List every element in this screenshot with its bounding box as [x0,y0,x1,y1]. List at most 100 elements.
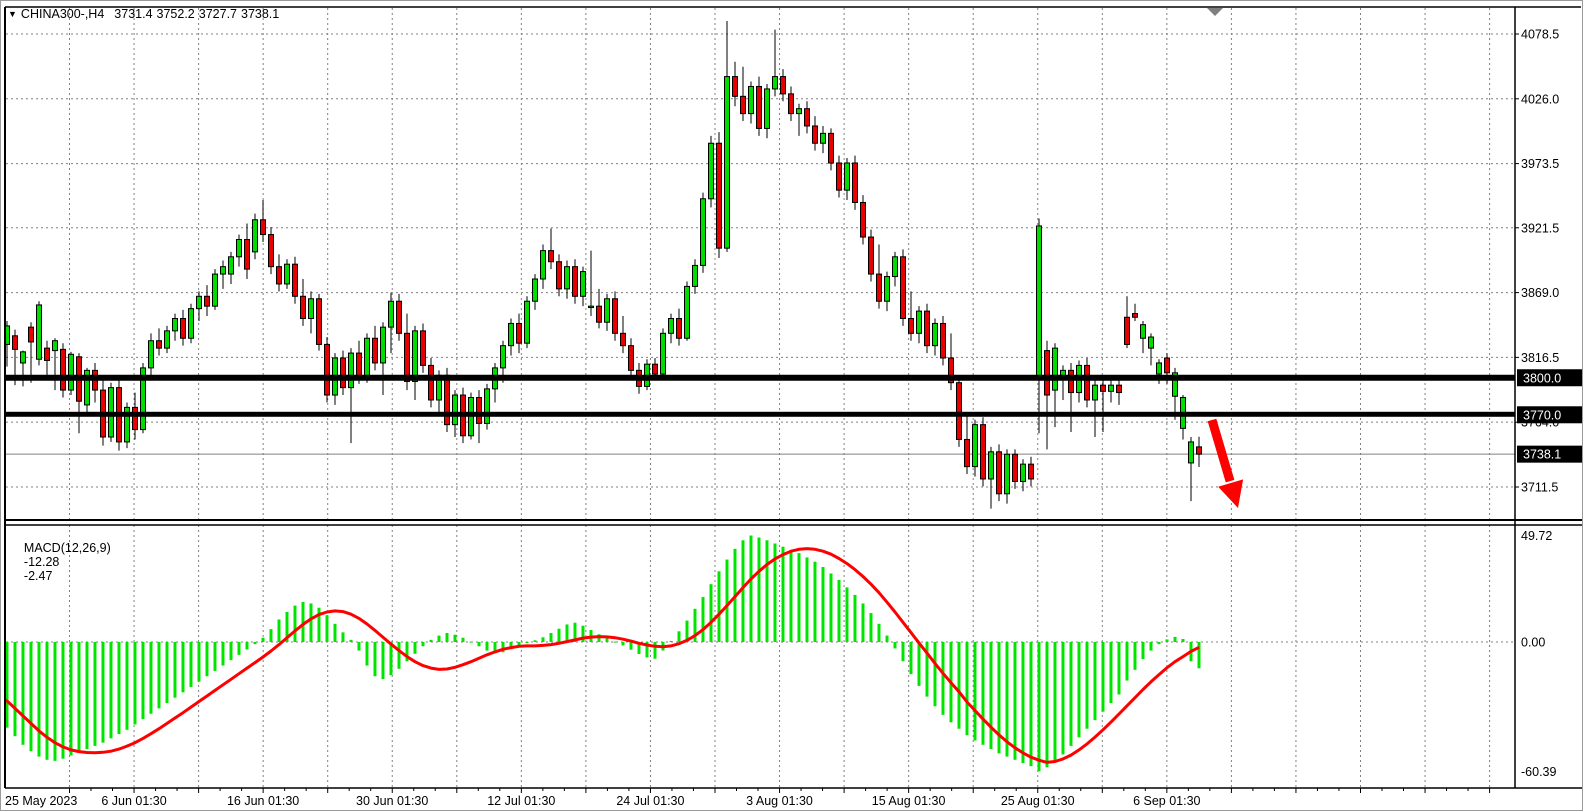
candle [517,323,522,343]
candle [53,341,58,351]
candle [69,354,74,390]
candle [909,319,914,334]
candle [365,338,370,377]
candle [613,299,618,334]
candle [973,425,978,467]
macd-scale-label: 0.00 [1521,636,1545,650]
candle [597,306,602,322]
chart-canvas[interactable]: 4078.54026.03973.53921.53869.03816.53764… [1,1,1583,811]
candle [45,348,50,360]
candle [893,257,898,277]
candle [253,220,258,252]
candle [1085,365,1090,400]
candle [557,262,562,289]
candle [725,77,730,249]
level-line-3800[interactable] [5,375,1515,381]
candle [285,264,290,284]
boxed-price-label: 3770.0 [1523,408,1561,422]
candle [1005,454,1010,493]
candle [1037,226,1042,378]
price-tick-label: 3869.0 [1521,286,1559,300]
candle [733,77,738,97]
candle [501,346,506,368]
candle [821,133,826,143]
candle [373,338,378,363]
candle [901,257,906,319]
low-value: 3727.7 [199,7,237,21]
candle [1133,314,1138,318]
macd-name: MACD(12,26,9) [24,541,111,555]
candle [589,306,594,307]
candle [293,264,298,296]
candle [1053,348,1058,390]
candle [13,336,18,350]
candle [829,133,834,163]
candle [133,407,138,429]
candle [749,86,754,113]
symbol-marker-triangle-down-icon: ▼ [8,8,17,20]
candle [485,389,490,424]
boxed-price-label: 3738.1 [1523,448,1561,462]
candle [765,89,770,128]
candle [189,309,194,339]
candle [349,353,354,388]
candle [869,237,874,274]
candle [669,319,674,334]
candle [581,272,586,297]
candle [1101,385,1106,391]
price-label-boxes: 3800.03770.03738.1 [1517,369,1583,462]
candle [1197,447,1202,454]
candle [1029,464,1034,479]
macd-scale-label: -60.39 [1521,765,1556,779]
candle [389,301,394,327]
candle [717,143,722,248]
time-tick-label: 16 Jun 01:30 [227,794,299,808]
candle [1141,325,1146,339]
candle [509,323,514,345]
candle [773,77,778,89]
candle [989,452,994,479]
candle [997,452,1002,494]
candle [381,327,386,363]
candle [221,267,226,274]
price-tick-label: 3973.5 [1521,157,1559,171]
candle [1069,370,1074,392]
candle [533,279,538,301]
candle [941,323,946,358]
candle [1149,337,1154,348]
candle [525,301,530,343]
candle [445,375,450,424]
candle [261,220,266,235]
price-tick-label: 4026.0 [1521,92,1559,106]
candle [565,267,570,289]
candle [477,398,482,424]
candle [709,143,714,199]
candle [173,319,178,331]
candle [429,365,434,400]
candle [357,353,362,378]
candle [165,331,170,348]
candle [213,274,218,306]
candle [629,346,634,371]
macd-signal-value: -2.47 [24,569,53,583]
time-tick-label: 30 Jun 01:30 [356,794,428,808]
candle [1125,317,1130,344]
candle [853,163,858,202]
candle [181,319,186,339]
candle [621,333,626,345]
candle [317,299,322,345]
candle [549,251,554,262]
candle [61,349,66,390]
level-line-3770[interactable] [5,412,1515,417]
candle [1157,363,1162,374]
candle [157,341,162,348]
candle [1093,385,1098,400]
macd-scale-label: 49.72 [1521,529,1552,543]
candle [1013,454,1018,481]
macd-indicator-label: MACD(12,26,9) -12.28 -2.47 [10,527,116,597]
candle [37,305,42,359]
chart-background [1,1,1583,811]
candle [757,86,762,128]
candle [541,251,546,279]
candle [237,240,242,257]
